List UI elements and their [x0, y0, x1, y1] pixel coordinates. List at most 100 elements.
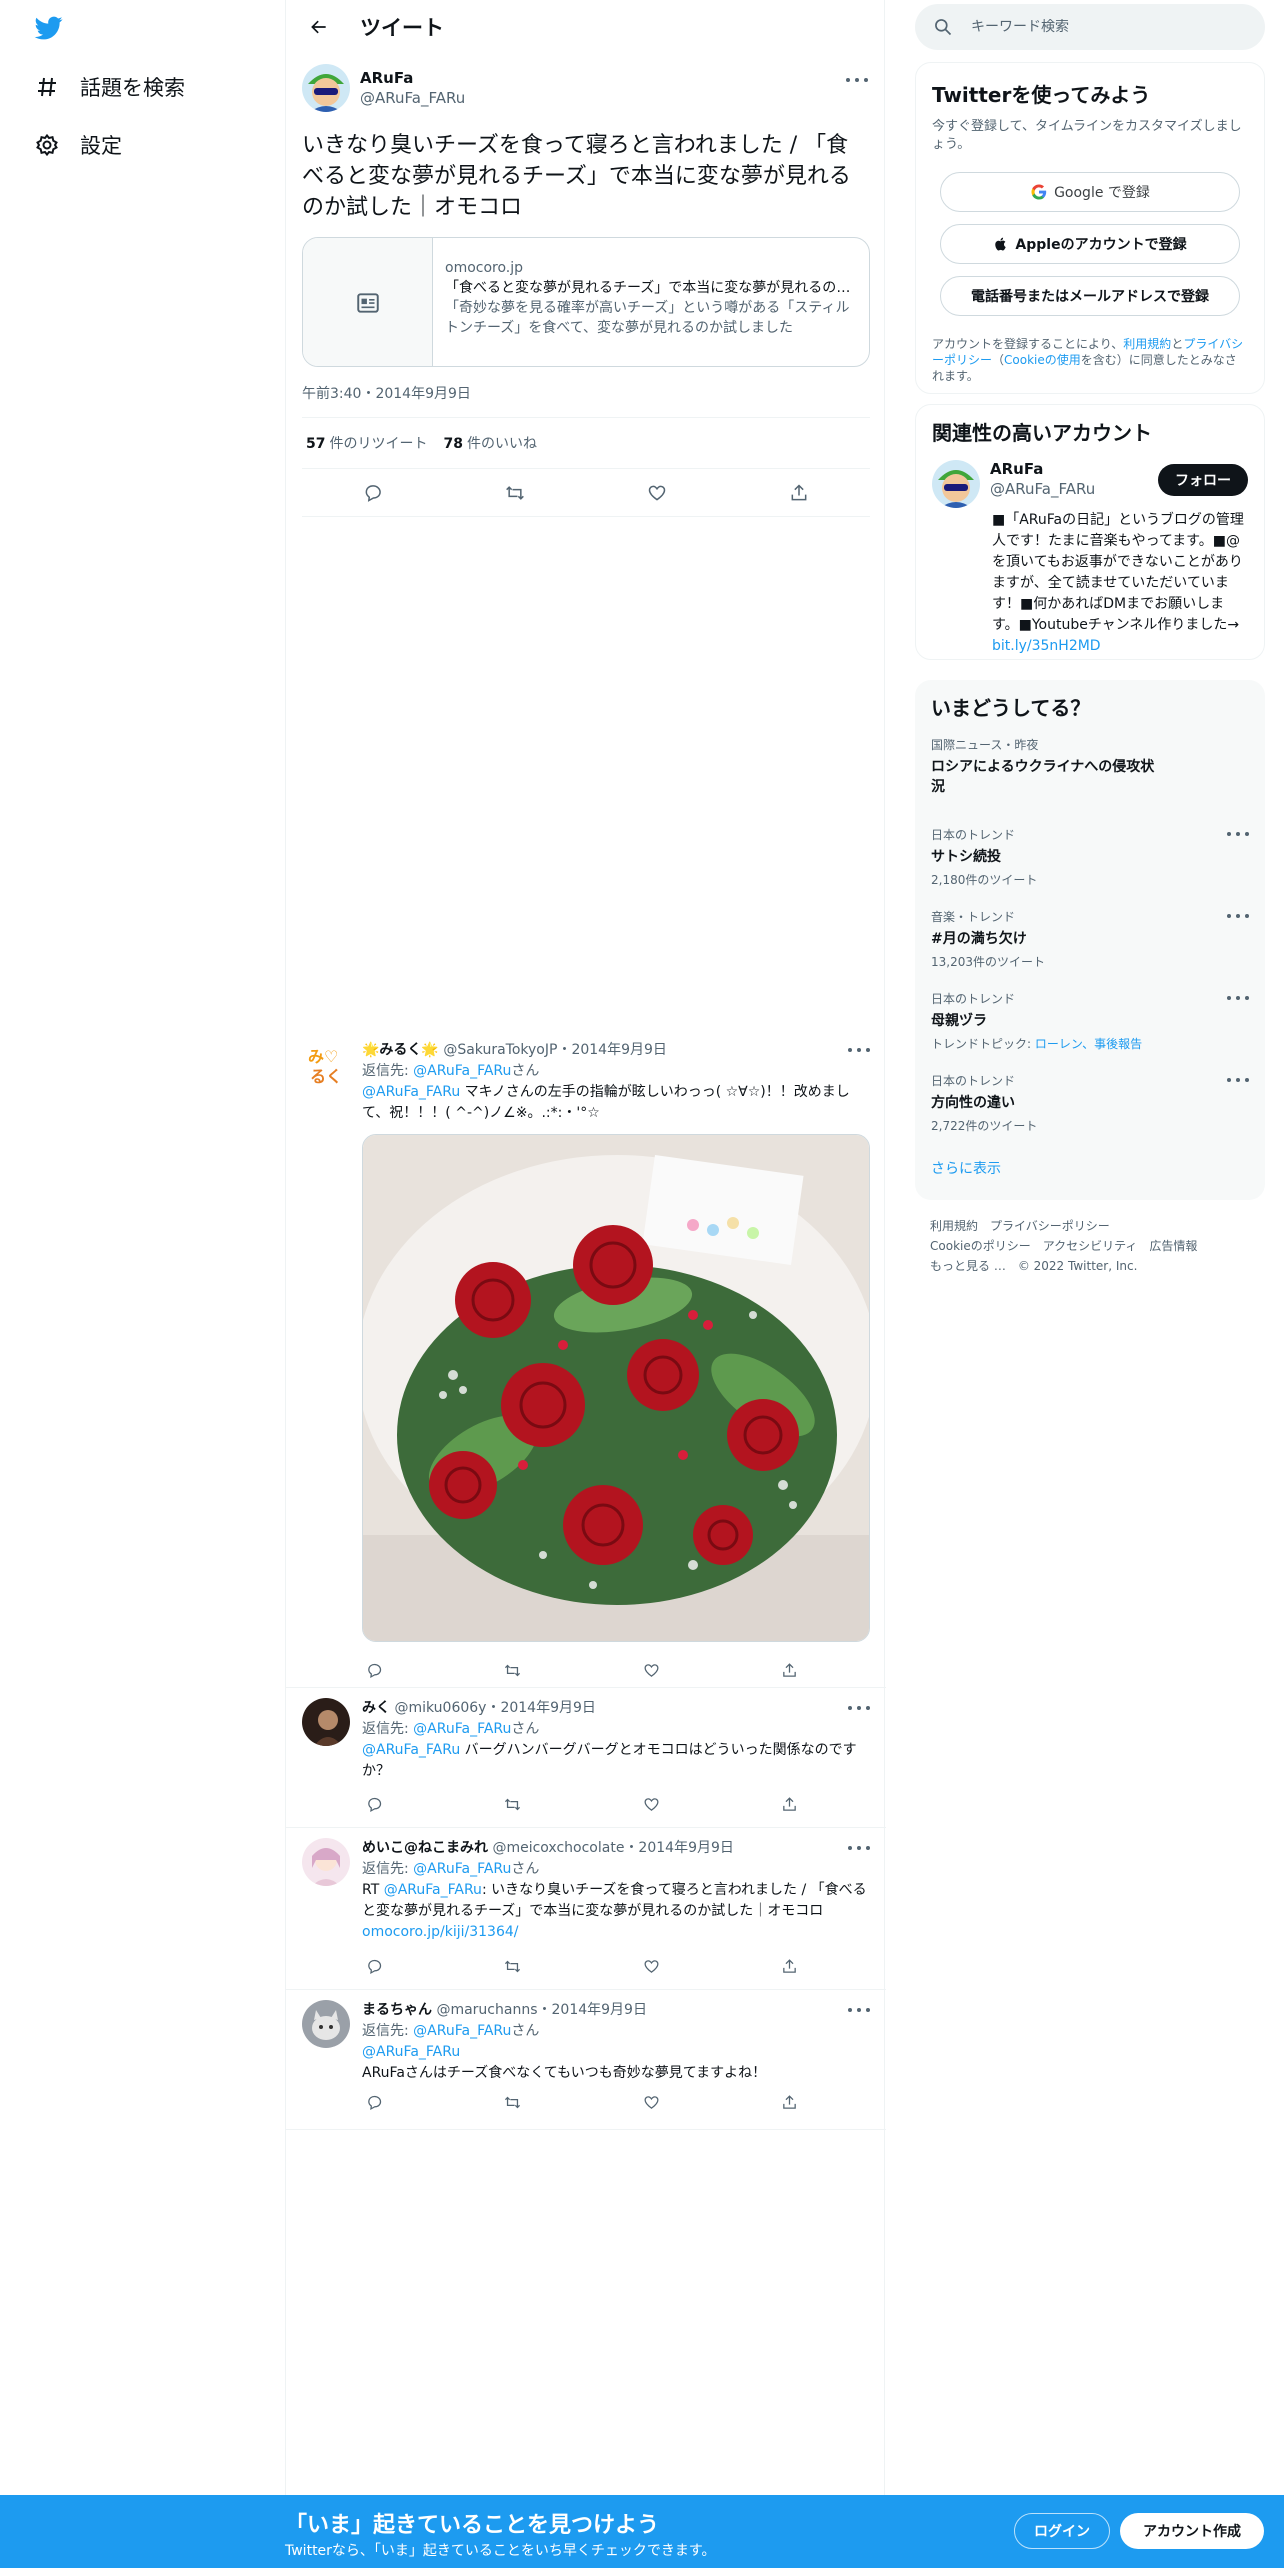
tweet-timestamp[interactable]: 午前3:40・2014年9月9日 — [302, 383, 870, 403]
trend-topic: 母親ヅラ — [931, 1013, 987, 1029]
related-account[interactable]: ARuFa @ARuFa_FARu フォロー — [932, 460, 1248, 508]
search-box[interactable] — [915, 4, 1265, 50]
google-signup-label: Google で登録 — [1054, 185, 1150, 201]
trend-item[interactable]: 国際ニュース・昨夜 ロシアによるウクライナへの侵攻状況 — [931, 736, 1249, 797]
search-input[interactable] — [971, 19, 1231, 35]
flower-bouquet-image[interactable] — [362, 1134, 870, 1642]
like-icon[interactable] — [639, 2090, 663, 2114]
phone-email-signup-button[interactable]: 電話番号またはメールアドレスで登録 — [940, 276, 1240, 316]
like-icon[interactable] — [639, 1792, 663, 1816]
like-icon[interactable] — [639, 1658, 663, 1682]
nav-explore[interactable]: 話題を検索 — [34, 65, 185, 109]
avatar[interactable] — [302, 1698, 350, 1746]
trend-count: 2,722件のツイート — [931, 1119, 1038, 1133]
main-tweet: ARuFa @ARuFa_FARu いきなり臭いチーズを食って寝ろと言われました… — [302, 64, 870, 517]
share-icon[interactable] — [782, 476, 816, 510]
retweet-count[interactable]: 57 件のリツイート — [306, 433, 443, 453]
reply-icon[interactable] — [362, 1954, 386, 1978]
mention-link[interactable]: @ARuFa_FARu — [384, 1882, 482, 1898]
apple-signup-button[interactable]: Appleのアカウントで登録 — [940, 224, 1240, 264]
reply-date[interactable]: ・2014年9月9日 — [557, 1042, 666, 1058]
reply-tweet[interactable]: み♡ るく 🌟みるく🌟 @SakuraTokyoJP・2014年9月9日 返信先:… — [286, 1030, 886, 1688]
mention-link[interactable]: @ARuFa_FARu — [362, 2042, 870, 2063]
reply-to-link[interactable]: @ARuFa_FARu — [413, 1063, 511, 1079]
terms-link[interactable]: 利用規約 — [1123, 337, 1171, 351]
left-nav: 話題を検索 設定 — [0, 0, 285, 2495]
reply-tweet[interactable]: みく @miku0606y・2014年9月9日 返信先: @ARuFa_FARu… — [286, 1688, 886, 1828]
signup-subtitle: 今すぐ登録して、タイムラインをカスタマイズしましょう。 — [932, 119, 1242, 152]
share-icon[interactable] — [778, 1792, 802, 1816]
nav-settings[interactable]: 設定 — [34, 123, 122, 167]
show-more-link[interactable]: さらに表示 — [931, 1158, 1001, 1178]
reply-to-link[interactable]: @ARuFa_FARu — [413, 1721, 511, 1737]
share-icon[interactable] — [778, 1954, 802, 1978]
tweet-header: ツイート — [286, 0, 886, 54]
twitter-bird-icon[interactable] — [33, 14, 65, 42]
share-icon[interactable] — [778, 2090, 802, 2114]
trend-item[interactable]: 日本のトレンド 母親ヅラ トレンドトピック: ローレン、事後報告 — [931, 990, 1249, 1052]
article-link[interactable]: omocoro.jp/kiji/31364/ — [362, 1924, 519, 1940]
avatar[interactable] — [932, 460, 980, 508]
tweet-stats: 57 件のリツイート 78 件のいいね — [302, 417, 870, 469]
reply-tweet[interactable]: めいこ@ねこまみれ @meicoxchocolate・2014年9月9日 返信先… — [286, 1828, 886, 1990]
avatar[interactable] — [302, 2000, 350, 2048]
cookie-link[interactable]: Cookieの使用 — [1004, 353, 1081, 367]
footer-terms[interactable]: 利用規約 — [930, 1219, 978, 1233]
retweet-icon[interactable] — [501, 1658, 525, 1682]
mention-link[interactable]: @ARuFa_FARu — [362, 1742, 460, 1758]
related-handle: @ARuFa_FARu — [990, 480, 1096, 498]
reply-date[interactable]: ・2014年9月9日 — [486, 1700, 595, 1716]
reply-tweet[interactable]: まるちゃん @maruchanns・2014年9月9日 返信先: @ARuFa_… — [286, 1990, 886, 2130]
login-button[interactable]: ログイン — [1014, 2513, 1110, 2549]
back-arrow-icon[interactable] — [302, 10, 336, 44]
share-icon[interactable] — [778, 1658, 802, 1682]
trend-topic: 方向性の違い — [931, 1095, 1015, 1111]
avatar[interactable]: み♡ るく — [302, 1040, 350, 1088]
trend-topic-link[interactable]: ローレン、事後報告 — [1035, 1037, 1142, 1051]
footer-accessibility[interactable]: アクセシビリティ — [1043, 1239, 1138, 1253]
reply-to-link[interactable]: @ARuFa_FARu — [413, 1861, 511, 1877]
footer-ads[interactable]: 広告情報 — [1149, 1239, 1197, 1253]
more-options-icon[interactable] — [846, 76, 868, 84]
related-title: 関連性の高いアカウント — [932, 421, 1152, 445]
more-options-icon[interactable] — [1227, 912, 1249, 920]
create-account-button[interactable]: アカウント作成 — [1120, 2513, 1264, 2549]
google-icon — [1030, 183, 1048, 201]
more-options-icon[interactable] — [1227, 1076, 1249, 1084]
reply-date[interactable]: ・2014年9月9日 — [624, 1840, 733, 1856]
more-options-icon[interactable] — [1227, 994, 1249, 1002]
like-count[interactable]: 78 件のいいね — [443, 433, 552, 453]
tweet-author[interactable]: ARuFa @ARuFa_FARu — [302, 64, 870, 112]
search-icon — [933, 17, 953, 37]
like-icon[interactable] — [639, 1954, 663, 1978]
mention-link[interactable]: @ARuFa_FARu — [362, 1084, 460, 1100]
retweet-icon[interactable] — [498, 476, 532, 510]
more-options-icon[interactable] — [1227, 830, 1249, 838]
retweet-icon[interactable] — [501, 1954, 525, 1978]
like-icon[interactable] — [640, 476, 674, 510]
reply-icon[interactable] — [356, 476, 390, 510]
avatar[interactable] — [302, 64, 350, 112]
retweet-icon[interactable] — [501, 1792, 525, 1816]
reply-to-prefix: 返信先: — [362, 1063, 414, 1079]
footer-more[interactable]: もっと見る … — [930, 1259, 1006, 1273]
link-card[interactable]: omocoro.jp 「食べると変な夢が見れるチーズ」で本当に変な夢が見れるのか… — [302, 237, 870, 367]
avatar[interactable] — [302, 1838, 350, 1886]
trend-item[interactable]: 音楽・トレンド #月の満ち欠け 13,203件のツイート — [931, 908, 1249, 970]
footer-cookie[interactable]: Cookieのポリシー — [930, 1239, 1031, 1253]
trend-count: 13,203件のツイート — [931, 955, 1045, 969]
trend-item[interactable]: 日本のトレンド サトシ続投 2,180件のツイート — [931, 826, 1249, 888]
reply-icon[interactable] — [362, 2090, 386, 2114]
trend-item[interactable]: 日本のトレンド 方向性の違い 2,722件のツイート — [931, 1072, 1249, 1134]
reply-to-link[interactable]: @ARuFa_FARu — [413, 2023, 511, 2039]
reply-date[interactable]: ・2014年9月9日 — [538, 2002, 647, 2018]
reply-icon[interactable] — [362, 1658, 386, 1682]
footer-privacy[interactable]: プライバシーポリシー — [990, 1219, 1110, 1233]
google-signup-button[interactable]: Google で登録 — [940, 172, 1240, 212]
reply-icon[interactable] — [362, 1792, 386, 1816]
trend-topic: #月の満ち欠け — [931, 931, 1027, 947]
follow-button[interactable]: フォロー — [1158, 464, 1248, 496]
trend-meta: 音楽・トレンド — [931, 910, 1016, 924]
retweet-icon[interactable] — [501, 2090, 525, 2114]
bio-link[interactable]: bit.ly/35nH2MD — [992, 638, 1101, 654]
